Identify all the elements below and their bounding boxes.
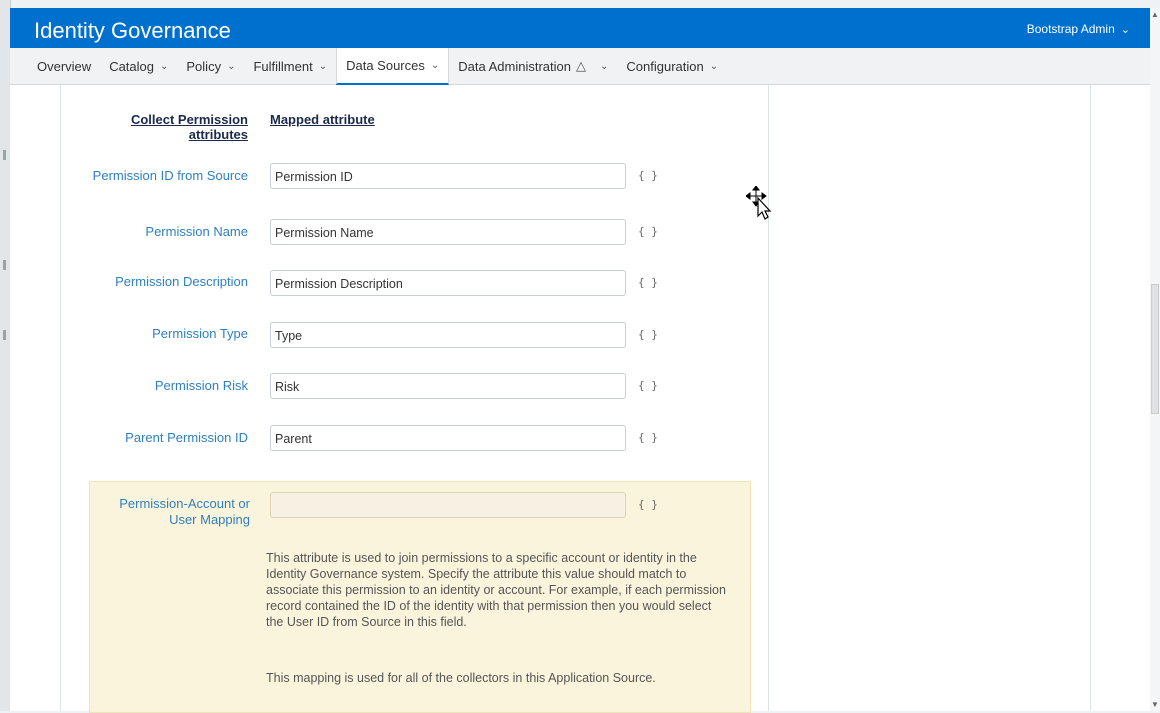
- expression-braces-icon[interactable]: { }: [638, 498, 658, 511]
- field-label: Parent Permission ID: [125, 430, 248, 445]
- user-mapping-section: Permission-Account or User Mapping { } T…: [89, 481, 751, 713]
- nav-overview[interactable]: Overview: [28, 48, 100, 84]
- chevron-down-icon: ⌄: [318, 60, 328, 72]
- main-nav: Overview Catalog ⌄ Policy ⌄ Fulfillment ⌄ D…: [10, 48, 1150, 85]
- content-gutter-mid: [768, 85, 769, 711]
- edge-tick: [3, 150, 6, 160]
- nav-data-sources[interactable]: Data Sources ⌄: [336, 48, 450, 85]
- move-cursor-icon: [746, 186, 772, 220]
- permission-description-input[interactable]: Permission Description: [270, 270, 626, 296]
- expression-braces-icon[interactable]: { }: [638, 169, 658, 182]
- nav-label: Data Sources: [346, 58, 425, 73]
- permission-risk-input[interactable]: Risk: [270, 373, 626, 399]
- nav-fulfillment[interactable]: Fulfillment ⌄: [244, 48, 336, 84]
- warning-triangle-icon: △: [576, 58, 586, 73]
- expression-braces-icon[interactable]: { }: [638, 328, 658, 341]
- user-menu[interactable]: Bootstrap Admin ⌄: [1027, 22, 1130, 36]
- nav-policy[interactable]: Policy ⌄: [177, 48, 244, 84]
- permission-name-input[interactable]: Permission Name: [270, 219, 626, 245]
- permission-id-input[interactable]: Permission ID: [270, 163, 626, 189]
- app-title: Identity Governance: [34, 18, 231, 43]
- nav-label: Configuration: [626, 58, 704, 74]
- permission-mapping-form: Collect Permission attributes Mapped att…: [88, 85, 768, 713]
- field-label: Permission-Account or User Mapping: [119, 496, 250, 527]
- field-label: Permission Name: [145, 224, 248, 239]
- chevron-down-icon: ⌄: [600, 60, 609, 72]
- nav-label: Overview: [37, 58, 92, 74]
- user-mapping-input[interactable]: [270, 492, 626, 518]
- chevron-down-icon: ⌄: [430, 60, 440, 71]
- scroll-up-icon[interactable]: ▲: [1151, 10, 1159, 19]
- nav-label: Catalog: [109, 58, 154, 74]
- field-label: Permission Description: [115, 274, 248, 289]
- user-name: Bootstrap Admin: [1026, 22, 1115, 36]
- chevron-down-icon: ⌄: [709, 60, 719, 72]
- nav-catalog[interactable]: Catalog ⌄: [100, 48, 177, 84]
- content-gutter-left: [60, 85, 61, 711]
- column-header-collect: Collect Permission attributes: [130, 112, 248, 142]
- field-label: Permission ID from Source: [92, 168, 248, 183]
- field-label: Permission Type: [152, 326, 248, 341]
- chevron-down-icon: ⌄: [160, 60, 169, 72]
- app-window: Identity Governance Bootstrap Admin ⌄ Ove…: [10, 8, 1150, 713]
- vertical-scrollbar[interactable]: ▲ ▼: [1150, 8, 1160, 711]
- edge-tick: [3, 330, 6, 340]
- column-header-mapped: Mapped attribute: [270, 112, 375, 127]
- expression-braces-icon[interactable]: { }: [638, 379, 658, 392]
- edge-tick: [3, 260, 6, 270]
- nav-label: Policy: [186, 58, 222, 74]
- scroll-thumb[interactable]: [1151, 284, 1159, 414]
- nav-data-administration[interactable]: Data Administration △ ⌄: [449, 48, 617, 84]
- scroll-down-icon[interactable]: ▼: [1151, 700, 1159, 709]
- permission-type-input[interactable]: Type: [270, 322, 626, 348]
- parent-permission-input[interactable]: Parent: [270, 425, 626, 451]
- expression-braces-icon[interactable]: { }: [638, 225, 658, 238]
- nav-label: Data Administration: [458, 58, 571, 74]
- nav-label: Fulfillment: [253, 58, 313, 74]
- nav-configuration[interactable]: Configuration ⌄: [617, 48, 727, 84]
- app-header: Identity Governance Bootstrap Admin ⌄: [10, 8, 1150, 48]
- expression-braces-icon[interactable]: { }: [638, 431, 658, 444]
- chevron-down-icon: ⌄: [1120, 24, 1130, 36]
- mapping-help-text: This attribute is used to join permissio…: [266, 551, 726, 629]
- mapping-help-text-2: This mapping is used for all of the coll…: [266, 671, 656, 685]
- expression-braces-icon[interactable]: { }: [638, 276, 658, 289]
- field-label: Permission Risk: [154, 378, 248, 393]
- content-gutter-right: [1090, 85, 1091, 711]
- chevron-down-icon: ⌄: [227, 60, 236, 72]
